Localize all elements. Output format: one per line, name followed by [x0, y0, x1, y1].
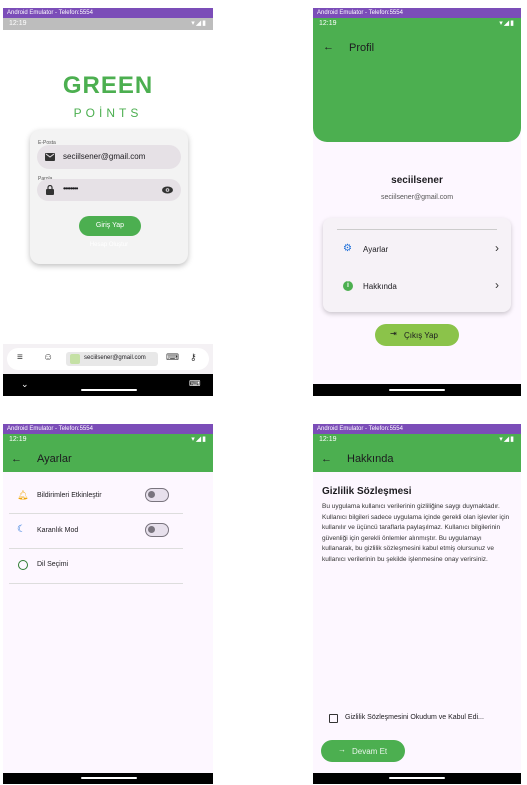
system-nav-bar: [313, 773, 521, 784]
privacy-body-text: Bu uygulama kullanıcı verilerinin gizlil…: [322, 503, 510, 563]
home-pill[interactable]: [81, 389, 137, 391]
home-pill[interactable]: [81, 777, 137, 779]
chevron-right-icon: ›: [495, 278, 499, 292]
page-title: Hakkında: [347, 453, 394, 465]
privacy-checkbox[interactable]: [329, 714, 338, 723]
gear-icon: ⚙: [343, 243, 352, 254]
password-value: ••••••••: [63, 184, 78, 193]
login-button[interactable]: Giriş Yap: [79, 216, 141, 236]
status-time: 12:19: [9, 436, 27, 443]
menu-divider: [337, 229, 497, 230]
settings-row-label: Karanlık Mod: [37, 527, 79, 534]
status-bar: 12:19 ▾◢▮: [3, 18, 213, 30]
login-screen: Android Emulator - Telefon:5554 12:19 ▾◢…: [3, 8, 213, 396]
back-arrow-icon[interactable]: ←: [11, 453, 25, 465]
moon-icon: ☾: [17, 524, 26, 535]
chevron-down-icon[interactable]: ⌄: [21, 379, 29, 390]
settings-row-dark-mode[interactable]: ☾ Karanlık Mod: [9, 514, 183, 549]
logout-button[interactable]: ⇥ Çıkış Yap: [375, 324, 459, 346]
toggle-thumb: [148, 526, 155, 533]
profile-header: ← Profil: [313, 30, 521, 142]
privacy-checkbox-label: Gizlilik Sözleşmesini Okudum ve Kabul Ed…: [345, 714, 484, 721]
app-logo-subtitle: POİNTS: [73, 106, 143, 120]
key-icon[interactable]: ⚷: [190, 352, 197, 363]
bell-icon: 🔔︎: [17, 490, 29, 500]
settings-row-label: Dil Seçimi: [37, 561, 69, 568]
email-field[interactable]: seciilsener@gmail.com: [37, 145, 181, 169]
menu-icon[interactable]: ≡: [17, 352, 23, 363]
status-bar: 12:19 ▾◢▮: [3, 434, 213, 446]
password-field[interactable]: ••••••••: [37, 179, 181, 201]
dark-mode-toggle[interactable]: [145, 523, 169, 537]
signal-battery-icon: ▾◢▮: [191, 436, 207, 443]
lock-icon: [46, 185, 54, 195]
about-app-bar: ← Hakkında: [313, 446, 521, 472]
keyboard-suggestion-bar: ≡ ☺ seciilsener@gmail.com ⌨ ⚷: [3, 344, 213, 374]
menu-item-label: Hakkında: [363, 282, 397, 291]
emulator-title-bar: Android Emulator - Telefon:5554: [313, 8, 521, 18]
back-arrow-icon[interactable]: ←: [321, 453, 335, 465]
notifications-toggle[interactable]: [145, 488, 169, 502]
emoji-icon[interactable]: ☺: [43, 352, 53, 363]
privacy-accept-row[interactable]: Gizlilik Sözleşmesini Okudum ve Kabul Ed…: [327, 712, 517, 726]
about-screen: Android Emulator - Telefon:5554 12:19 ▾◢…: [313, 424, 521, 784]
keyboard-switch-icon[interactable]: ⌨: [189, 379, 201, 388]
menu-item-label: Ayarlar: [363, 245, 389, 254]
privacy-heading: Gizlilik Sözleşmesi: [322, 486, 412, 497]
page-title: Profil: [349, 42, 375, 54]
logout-icon: ⇥: [390, 329, 397, 338]
continue-button[interactable]: → Devam Et: [321, 740, 405, 762]
menu-item-settings[interactable]: ⚙ Ayarlar ›: [323, 238, 511, 262]
signal-battery-icon: ▾◢▮: [499, 436, 515, 443]
register-link[interactable]: Hesap Oluştur: [30, 242, 188, 248]
settings-row-notifications[interactable]: 🔔︎ Bildirimleri Etkinleştir: [9, 479, 183, 514]
emulator-title-bar: Android Emulator - Telefon:5554: [3, 8, 213, 18]
status-bar: 12:19 ▾◢▮: [313, 18, 521, 30]
signal-battery-icon: ▾◢▮: [191, 20, 207, 27]
signal-battery-icon: ▾◢▮: [499, 20, 515, 27]
settings-row-label: Bildirimleri Etkinleştir: [37, 492, 102, 499]
system-nav-bar: ⌄ ⌨: [3, 374, 213, 396]
app-logo-title: GREEN: [62, 72, 154, 99]
profile-email: seciilsener@gmail.com: [380, 194, 454, 201]
profile-screen: Android Emulator - Telefon:5554 12:19 ▾◢…: [313, 8, 521, 396]
arrow-right-icon: →: [338, 745, 346, 754]
status-time: 12:19: [319, 436, 337, 443]
login-card: E-Posta seciilsener@gmail.com Parola •••…: [30, 130, 188, 264]
keyboard-icon[interactable]: ⌨: [166, 352, 179, 363]
email-value: seciilsener@gmail.com: [63, 152, 146, 161]
toggle-thumb: [148, 491, 155, 498]
settings-app-bar: ← Ayarlar: [3, 446, 213, 472]
system-nav-bar: [313, 384, 521, 396]
logout-label: Çıkış Yap: [404, 331, 438, 340]
status-time: 12:19: [9, 20, 27, 27]
home-pill[interactable]: [389, 777, 445, 779]
chevron-right-icon: ›: [495, 241, 499, 255]
eye-icon[interactable]: [162, 186, 173, 194]
mail-icon: [45, 153, 55, 161]
autofill-suggestion-text: seciilsener@gmail.com: [84, 355, 146, 361]
continue-label: Devam Et: [352, 747, 388, 756]
home-pill[interactable]: [389, 389, 445, 391]
autofill-suggestion-chip[interactable]: seciilsener@gmail.com: [66, 352, 158, 366]
page-title: Ayarlar: [37, 453, 72, 465]
status-bar: 12:19 ▾◢▮: [313, 434, 521, 446]
profile-menu-card: ⚙ Ayarlar › i Hakkında ›: [323, 218, 511, 312]
settings-screen: Android Emulator - Telefon:5554 12:19 ▾◢…: [3, 424, 213, 784]
globe-icon: [18, 560, 28, 570]
emulator-title-bar: Android Emulator - Telefon:5554: [313, 424, 521, 434]
emulator-title-bar: Android Emulator - Telefon:5554: [3, 424, 213, 434]
profile-username: seciilsener: [391, 175, 443, 186]
account-icon: [70, 354, 80, 364]
back-arrow-icon[interactable]: ←: [323, 41, 334, 53]
settings-row-language[interactable]: Dil Seçimi: [9, 549, 183, 584]
info-icon: i: [343, 281, 353, 291]
system-nav-bar: [3, 773, 213, 784]
menu-item-about[interactable]: i Hakkında ›: [323, 275, 511, 299]
status-time: 12:19: [319, 20, 337, 27]
